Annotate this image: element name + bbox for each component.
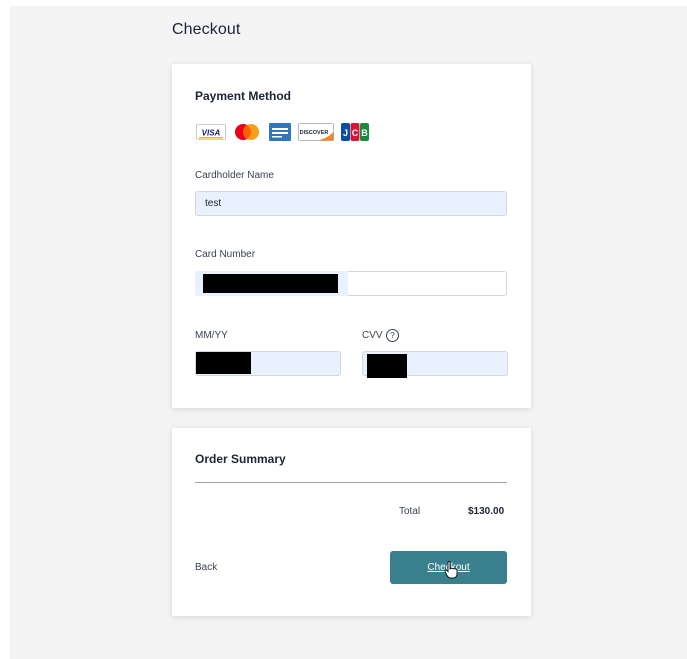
- amex-logo: [269, 123, 291, 141]
- hand-pointer-cursor-icon: [444, 561, 458, 579]
- svg-text:VISA: VISA: [202, 129, 221, 138]
- payment-method-card: Payment Method VISA DISCOVER J C B Cardh…: [172, 64, 531, 408]
- summary-divider: [195, 482, 507, 483]
- order-summary-title: Order Summary: [195, 452, 286, 466]
- svg-text:B: B: [361, 128, 368, 138]
- order-summary-card: Order Summary Total $130.00 Back Checkou…: [172, 428, 531, 616]
- payment-method-title: Payment Method: [195, 89, 292, 103]
- cardholder-name-input[interactable]: test: [195, 191, 507, 216]
- svg-text:DISCOVER: DISCOVER: [300, 130, 329, 136]
- cvv-label: CVV: [362, 330, 383, 341]
- jcb-logo: J C B: [341, 123, 369, 141]
- card-number-redaction: [203, 274, 338, 293]
- card-number-input[interactable]: [195, 271, 507, 296]
- card-brand-logos: VISA DISCOVER J C B: [196, 121, 376, 143]
- total-value: $130.00: [468, 506, 505, 517]
- cvv-redaction: [367, 354, 407, 378]
- mastercard-logo: [235, 124, 259, 140]
- expiry-input[interactable]: [195, 351, 341, 376]
- total-label: Total: [399, 506, 421, 517]
- cvv-input[interactable]: [362, 351, 508, 378]
- discover-logo: DISCOVER: [298, 123, 334, 141]
- card-number-label: Card Number: [195, 249, 256, 260]
- svg-text:J: J: [343, 128, 348, 138]
- back-link[interactable]: Back: [195, 562, 217, 573]
- question-circle-icon[interactable]: ?: [386, 329, 399, 342]
- expiry-redaction: [196, 352, 251, 374]
- svg-text:C: C: [352, 128, 359, 138]
- page-title: Checkout: [172, 21, 241, 38]
- expiry-label: MM/YY: [195, 330, 228, 341]
- visa-logo: VISA: [196, 124, 226, 140]
- cardholder-name-label: Cardholder Name: [195, 170, 274, 181]
